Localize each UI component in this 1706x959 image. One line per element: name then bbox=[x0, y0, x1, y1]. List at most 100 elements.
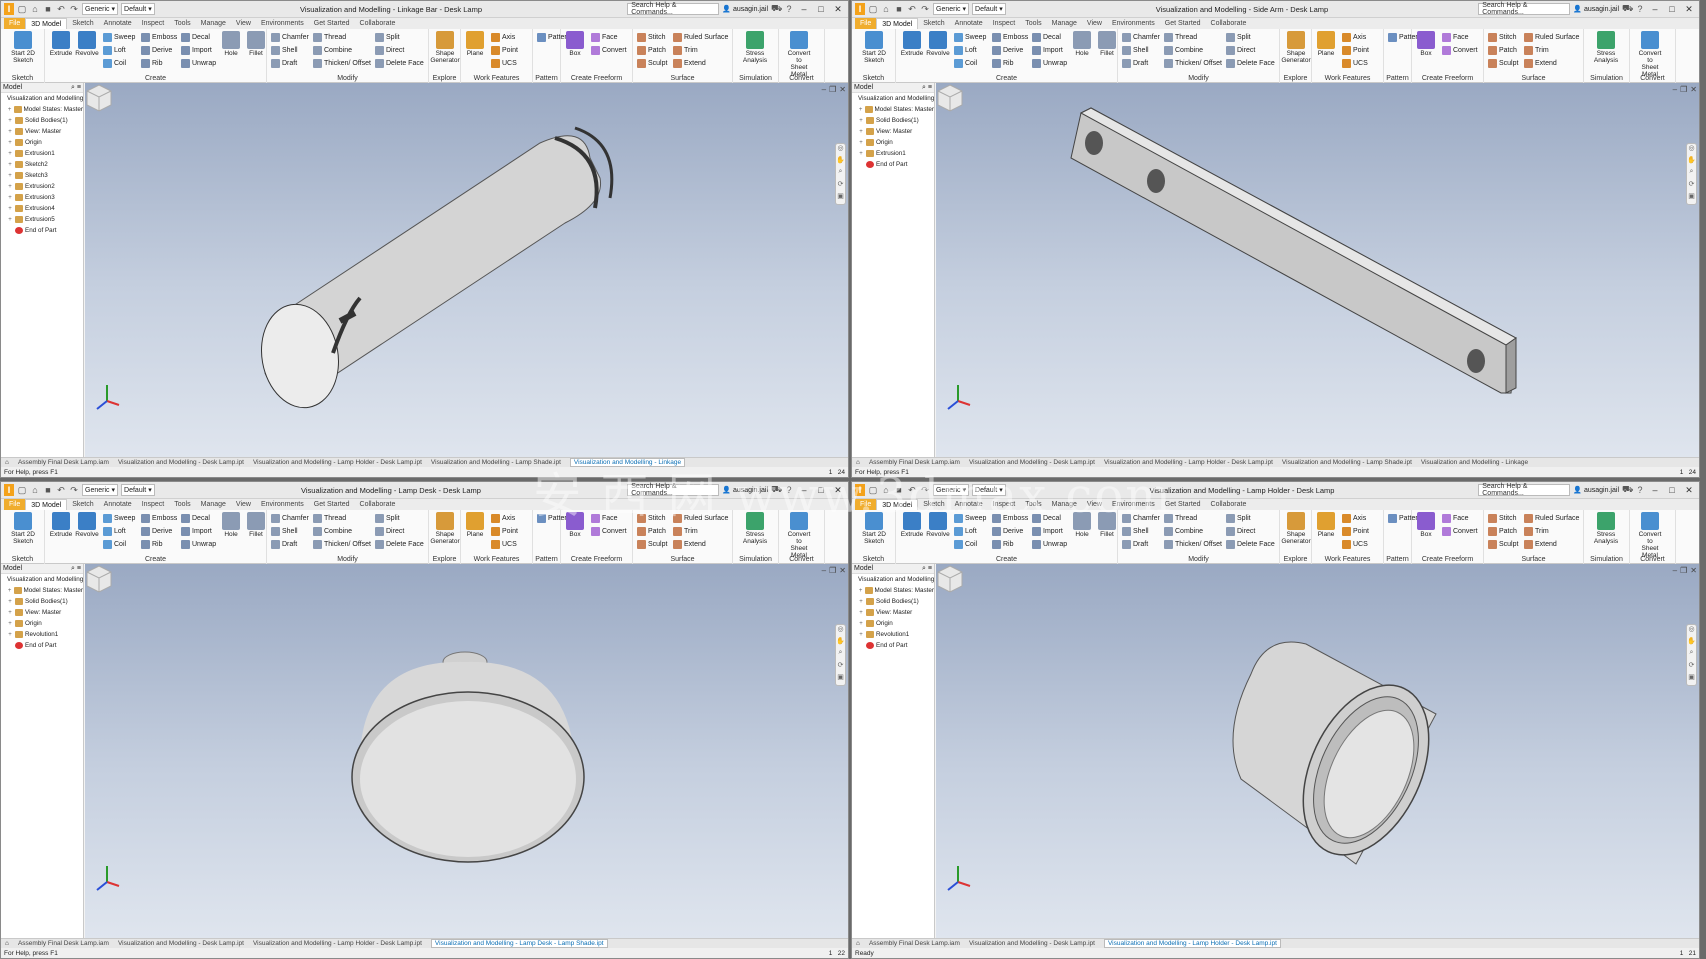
plane-button[interactable]: Plane bbox=[1314, 31, 1338, 57]
zoom-icon[interactable]: ⌕ bbox=[1687, 649, 1696, 661]
browser-node[interactable]: End of Part bbox=[852, 159, 934, 170]
search-input[interactable]: Search Help & Commands... bbox=[627, 483, 720, 497]
document-tab[interactable]: Visualization and Modelling - Lamp Holde… bbox=[253, 459, 422, 466]
shape-generator-button[interactable]: Shape Generator bbox=[430, 31, 460, 64]
loft-button[interactable]: Loft bbox=[954, 526, 977, 537]
view-cube-icon[interactable] bbox=[85, 83, 113, 113]
zoom-icon[interactable]: ⌕ bbox=[1687, 168, 1696, 180]
zoom-icon[interactable]: ⌕ bbox=[836, 168, 845, 180]
start-sketch-button[interactable]: Start 2D Sketch bbox=[11, 512, 35, 545]
delete-face-button[interactable]: Delete Face bbox=[1226, 539, 1275, 550]
open-icon[interactable]: ⌂ bbox=[30, 485, 40, 495]
full-navigation-wheel-icon[interactable]: ◎ bbox=[1687, 144, 1696, 156]
expand-icon[interactable]: + bbox=[858, 151, 864, 157]
home-icon[interactable]: ⌂ bbox=[856, 940, 860, 947]
delete-face-button[interactable]: Delete Face bbox=[1226, 58, 1275, 69]
axis-button[interactable]: Axis bbox=[1342, 32, 1366, 43]
axis-button[interactable]: Axis bbox=[491, 32, 515, 43]
document-tab[interactable]: Assembly Final Desk Lamp.iam bbox=[18, 940, 109, 947]
expand-icon[interactable]: + bbox=[7, 217, 13, 223]
ribbon-tab-tools[interactable]: Tools bbox=[169, 499, 195, 510]
document-tab[interactable]: Visualization and Modelling - Desk Lamp.… bbox=[118, 459, 244, 466]
decal-button[interactable]: Decal bbox=[1032, 32, 1061, 43]
appearance-dropdown[interactable]: Default ▾ bbox=[121, 484, 155, 496]
ribbon-tab-sketch[interactable]: Sketch bbox=[67, 499, 98, 510]
extrude-button[interactable]: Extrude bbox=[900, 31, 924, 57]
extrude-button[interactable]: Extrude bbox=[900, 512, 924, 538]
expand-icon[interactable]: + bbox=[858, 632, 864, 638]
combine-button[interactable]: Combine bbox=[313, 526, 352, 537]
start-sketch-button[interactable]: Start 2D Sketch bbox=[862, 512, 886, 545]
shell-button[interactable]: Shell bbox=[1122, 526, 1149, 537]
pan-icon[interactable]: ✋ bbox=[1687, 156, 1696, 168]
browser-node[interactable]: End of Part bbox=[1, 640, 83, 651]
derive-button[interactable]: Derive bbox=[141, 526, 172, 537]
ribbon-tab-manage[interactable]: Manage bbox=[196, 499, 231, 510]
undo-icon[interactable]: ↶ bbox=[56, 4, 66, 15]
point-button[interactable]: Point bbox=[1342, 45, 1369, 56]
stitch-button[interactable]: Stitch bbox=[637, 32, 666, 43]
minimize-button[interactable]: – bbox=[797, 4, 811, 14]
orbit-icon[interactable]: ⟳ bbox=[1687, 661, 1696, 673]
expand-icon[interactable]: + bbox=[7, 588, 12, 594]
start-sketch-button[interactable]: Start 2D Sketch bbox=[862, 31, 886, 64]
emboss-button[interactable]: Emboss bbox=[141, 32, 177, 43]
expand-icon[interactable]: + bbox=[7, 621, 13, 627]
import-button[interactable]: Import bbox=[1032, 526, 1063, 537]
split-button[interactable]: Split bbox=[1226, 32, 1251, 43]
expand-icon[interactable]: + bbox=[858, 610, 864, 616]
lamp-holder-model[interactable] bbox=[1232, 641, 1454, 875]
cart-icon[interactable]: ⛟ bbox=[771, 3, 782, 15]
linkage-bar-model[interactable] bbox=[254, 126, 614, 414]
help-icon[interactable]: ? bbox=[1635, 4, 1645, 14]
loft-button[interactable]: Loft bbox=[103, 526, 126, 537]
ribbon-tab-tools[interactable]: Tools bbox=[169, 18, 195, 29]
patch-button[interactable]: Patch bbox=[637, 526, 666, 537]
ribbon-tab-get-started[interactable]: Get Started bbox=[1160, 499, 1206, 510]
expand-icon[interactable]: + bbox=[7, 140, 13, 146]
redo-icon[interactable]: ↷ bbox=[920, 4, 930, 15]
maximize-button[interactable]: □ bbox=[814, 4, 828, 14]
fillet-button[interactable]: Fillet bbox=[244, 31, 268, 57]
style-dropdown[interactable]: Generic ▾ bbox=[82, 484, 119, 496]
document-tab[interactable]: Visualization and Modelling - Lamp Desk … bbox=[430, 939, 608, 948]
emboss-button[interactable]: Emboss bbox=[141, 513, 177, 524]
thicken-button[interactable]: Thicken/ Offset bbox=[1164, 539, 1222, 550]
ribbon-tab-sketch[interactable]: Sketch bbox=[918, 18, 949, 29]
browser-node[interactable]: Visualization and Modelling bbox=[1, 574, 83, 585]
search-icon[interactable]: ⌕ ≡ bbox=[71, 565, 81, 573]
ribbon-tab-manage[interactable]: Manage bbox=[1047, 499, 1082, 510]
coil-button[interactable]: Coil bbox=[954, 539, 977, 550]
ribbon-tab-get-started[interactable]: Get Started bbox=[1160, 18, 1206, 29]
convert-sheet-button[interactable]: Convert to Sheet Metal bbox=[1638, 512, 1662, 559]
zoom-icon[interactable]: ⌕ bbox=[836, 649, 845, 661]
search-icon[interactable]: ⌕ ≡ bbox=[922, 84, 932, 92]
shell-button[interactable]: Shell bbox=[271, 45, 298, 56]
ucs-button[interactable]: UCS bbox=[491, 58, 517, 69]
style-dropdown[interactable]: Generic ▾ bbox=[933, 484, 970, 496]
loft-button[interactable]: Loft bbox=[954, 45, 977, 56]
browser-node[interactable]: + Origin bbox=[852, 137, 934, 148]
ribbon-tab-tools[interactable]: Tools bbox=[1020, 18, 1046, 29]
maximize-button[interactable]: □ bbox=[814, 485, 828, 495]
inventor-logo-icon[interactable]: I bbox=[4, 3, 14, 15]
trim-button[interactable]: Trim bbox=[1524, 526, 1549, 537]
search-icon[interactable]: ⌕ ≡ bbox=[71, 84, 81, 92]
orbit-icon[interactable]: ⟳ bbox=[836, 661, 845, 673]
delete-face-button[interactable]: Delete Face bbox=[375, 539, 424, 550]
convert-button[interactable]: Convert bbox=[591, 45, 627, 56]
document-tab[interactable]: Visualization and Modelling - Desk Lamp.… bbox=[969, 459, 1095, 466]
ribbon-tab-tools[interactable]: Tools bbox=[1020, 499, 1046, 510]
coil-button[interactable]: Coil bbox=[103, 58, 126, 69]
document-tab[interactable]: Visualization and Modelling - Lamp Shade… bbox=[431, 459, 561, 466]
revolve-button[interactable]: Revolve bbox=[75, 31, 99, 57]
ucs-button[interactable]: UCS bbox=[1342, 58, 1368, 69]
chamfer-button[interactable]: Chamfer bbox=[1122, 32, 1160, 43]
rib-button[interactable]: Rib bbox=[992, 539, 1014, 550]
user-account[interactable]: 👤 ausagin.jail bbox=[1573, 5, 1619, 14]
help-icon[interactable]: ? bbox=[784, 485, 794, 495]
expand-icon[interactable]: + bbox=[858, 107, 863, 113]
ucs-button[interactable]: UCS bbox=[491, 539, 517, 550]
browser-node[interactable]: + Extrusion5 bbox=[1, 214, 83, 225]
look-at-icon[interactable]: ▣ bbox=[1687, 192, 1696, 204]
